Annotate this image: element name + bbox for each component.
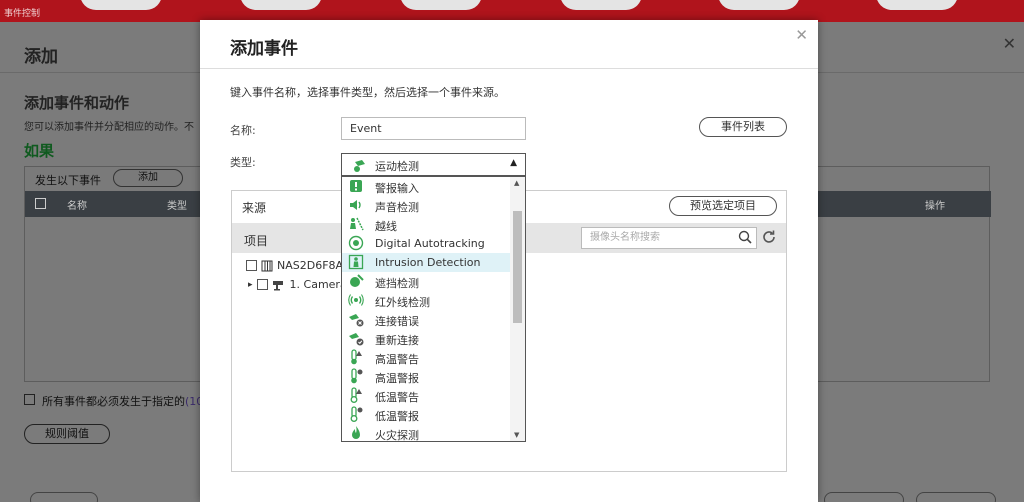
dropdown-option[interactable]: 低温警报 [342,405,510,424]
tree-item-camera[interactable]: ▸ 1. Camera [248,278,347,291]
footer-checkbox[interactable] [24,394,35,405]
line-crossing-icon [350,217,364,231]
app-tab[interactable] [718,0,800,10]
dropdown-option[interactable]: 越线 [342,215,510,234]
audio-detection-icon [350,200,361,210]
background-button[interactable] [824,492,904,502]
autotracking-icon [348,235,364,251]
app-tab[interactable] [400,0,482,10]
nas-icon [261,260,273,271]
alarm-input-icon [350,180,362,192]
event-list-button[interactable]: 事件列表 [699,117,787,137]
dropdown-option[interactable]: 高温警报 [342,367,510,386]
camera-search-input[interactable]: 摄像头名称搜索 [581,227,757,249]
dropdown-option[interactable]: 警报输入 [342,177,510,196]
intrusion-detection-icon [348,254,364,270]
dropdown-option[interactable]: 高温警告 [342,348,510,367]
if-label: 如果 [24,142,55,160]
high-temp-warning-icon [351,349,362,365]
preview-selected-button[interactable]: 预览选定项目 [669,196,777,216]
event-type-dropdown: 警报输入 声音检测 越线 Digital Autotracking Intrus… [341,176,526,442]
app-tab[interactable] [80,0,162,10]
refresh-icon[interactable] [761,229,777,245]
footer-checkbox-label: 所有事件都必须发生于指定的(10 [42,395,204,408]
rule-threshold-button[interactable]: 规则阈值 [24,424,110,444]
background-button[interactable] [916,492,996,502]
tree-checkbox[interactable] [246,260,257,271]
scroll-down-icon[interactable]: ▼ [514,431,519,439]
close-icon[interactable]: ✕ [1003,34,1016,53]
scroll-up-icon[interactable]: ▲ [514,179,519,187]
dropdown-option[interactable]: 低温警告 [342,386,510,405]
select-all-checkbox[interactable] [35,198,46,209]
dropdown-option[interactable]: 声音检测 [342,196,510,215]
tree-item-label: NAS2D6F8A [277,259,344,272]
select-value: 运动检测 [375,160,419,173]
column-name: 名称 [67,201,87,212]
dropdown-scrollbar[interactable]: ▲ ▼ [510,177,525,441]
fire-detection-icon [352,426,360,439]
low-temp-alarm-icon [350,406,363,422]
dropdown-option[interactable]: 连接错误 [342,310,510,329]
source-title: 来源 [242,201,267,215]
instruction-text: 键入事件名称，选择事件类型，然后选择一个事件来源。 [230,86,505,99]
add-event-button[interactable]: 添加 [113,169,183,187]
background-dialog-title: 添加 [24,47,58,67]
dropdown-option[interactable]: Intrusion Detection [342,253,510,272]
reconnect-icon [349,333,364,346]
app-tab[interactable] [876,0,958,10]
app-tab-strip: 事件控制 [0,0,1024,22]
section-title: 添加事件和动作 [24,94,130,112]
name-label: 名称: [230,124,256,137]
type-label: 类型: [230,156,256,169]
low-temp-warning-icon [350,387,362,403]
caret-up-icon: ▲ [510,158,517,168]
tree-item-label: 1. Camera [289,278,347,291]
modal-title: 添加事件 [230,39,298,59]
strip-label: 事件控制 [4,9,41,19]
search-icon[interactable] [738,230,752,244]
column-actions: 操作 [925,201,945,212]
app-tab[interactable] [560,0,642,10]
dropdown-option[interactable]: 遮挡检测 [342,272,510,291]
expand-caret-icon[interactable]: ▸ [248,280,253,290]
tree-item-nas[interactable]: NAS2D6F8A [246,259,343,272]
motion-detection-icon [354,160,365,172]
background-button[interactable] [30,492,98,502]
section-description: 您可以添加事件并分配相应的动作。不 [24,122,194,133]
dropdown-option[interactable]: 重新连接 [342,329,510,348]
event-type-select[interactable]: 运动检测 ▲ [341,153,526,176]
event-name-input[interactable]: Event [341,117,526,140]
pir-icon [348,294,364,306]
divider [200,68,818,69]
scrollbar-thumb[interactable] [513,211,522,323]
dropdown-option[interactable]: Digital Autotracking [342,234,510,253]
close-icon[interactable]: ✕ [795,26,808,44]
dropdown-option[interactable]: 红外线检测 [342,291,510,310]
occurs-label: 发生以下事件 [35,174,101,187]
camera-icon [272,280,283,290]
connection-error-icon [349,314,364,327]
items-label: 项目 [244,234,269,248]
tree-checkbox[interactable] [256,279,268,290]
dropdown-option[interactable]: 火灾探测 [342,424,510,441]
column-type: 类型 [167,201,187,212]
tampering-icon [350,274,364,287]
high-temp-alarm-icon [351,368,363,384]
app-tab[interactable] [240,0,322,10]
